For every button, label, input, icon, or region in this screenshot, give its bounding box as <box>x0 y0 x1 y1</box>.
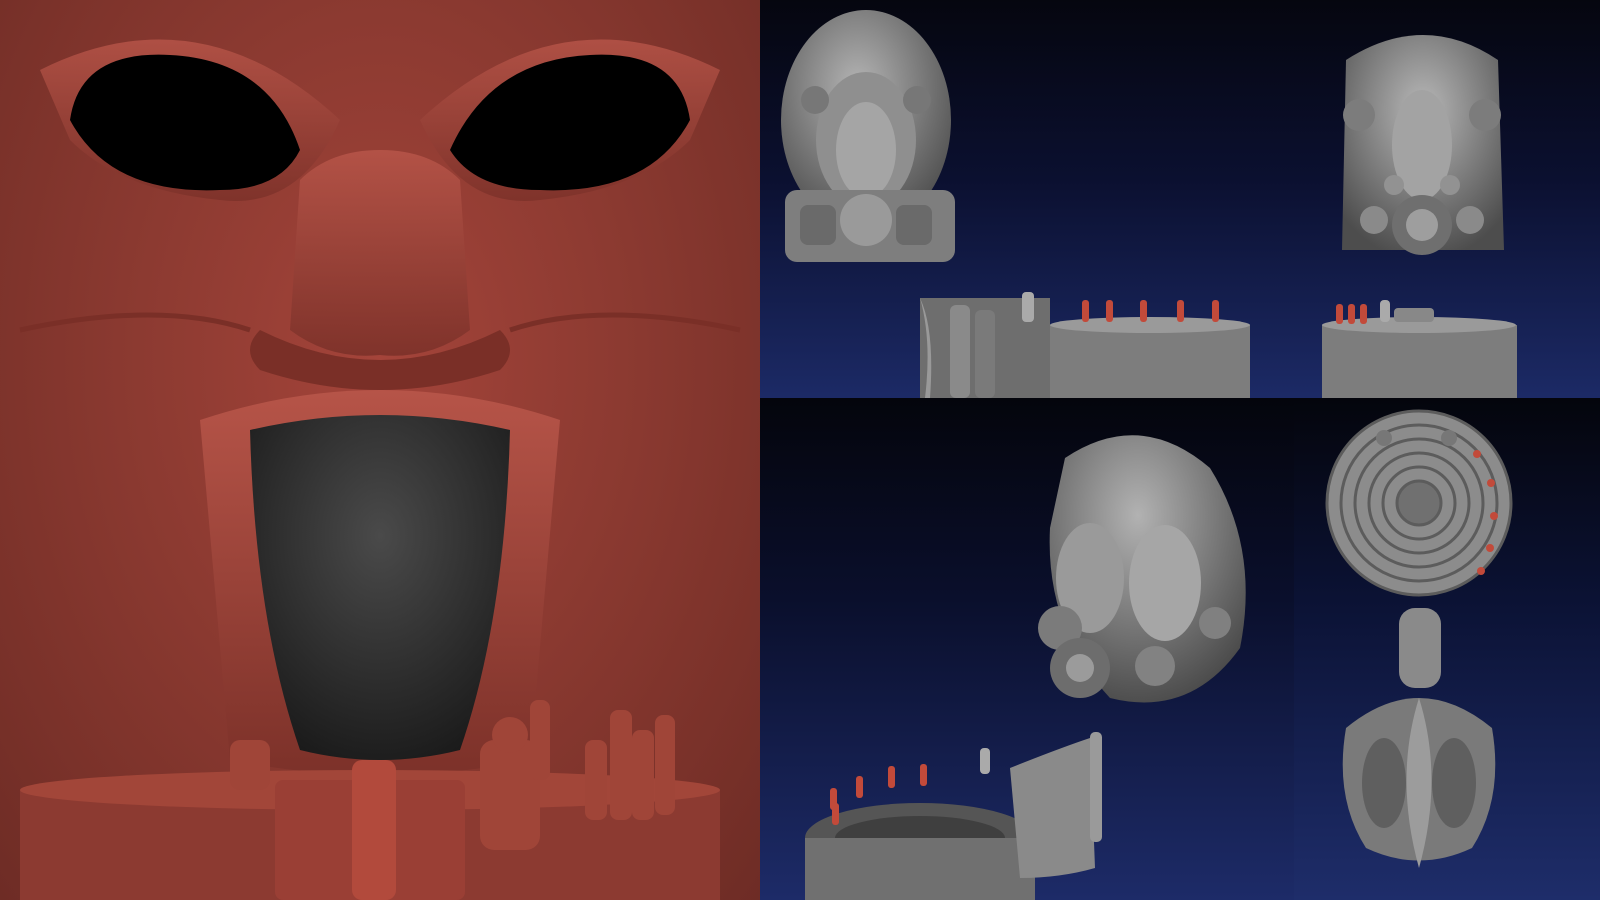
viewport-front-helmet[interactable] <box>760 0 1294 398</box>
mask-sculpt-render <box>19 39 741 900</box>
platform-top-down-render <box>1325 409 1513 868</box>
viewport-front-ornate[interactable] <box>1294 0 1600 398</box>
helmet-head-front-render <box>781 10 1250 398</box>
mask-sculpt-panel[interactable] <box>0 0 760 900</box>
mouth-opening <box>250 415 510 760</box>
viewport-collage[interactable] <box>0 0 1600 900</box>
viewport-top-down[interactable] <box>1294 398 1600 900</box>
ornate-head-front-render <box>1322 35 1517 398</box>
viewport-perspective-helmet[interactable] <box>760 398 1294 900</box>
helmet-head-perspective-render <box>805 435 1246 900</box>
